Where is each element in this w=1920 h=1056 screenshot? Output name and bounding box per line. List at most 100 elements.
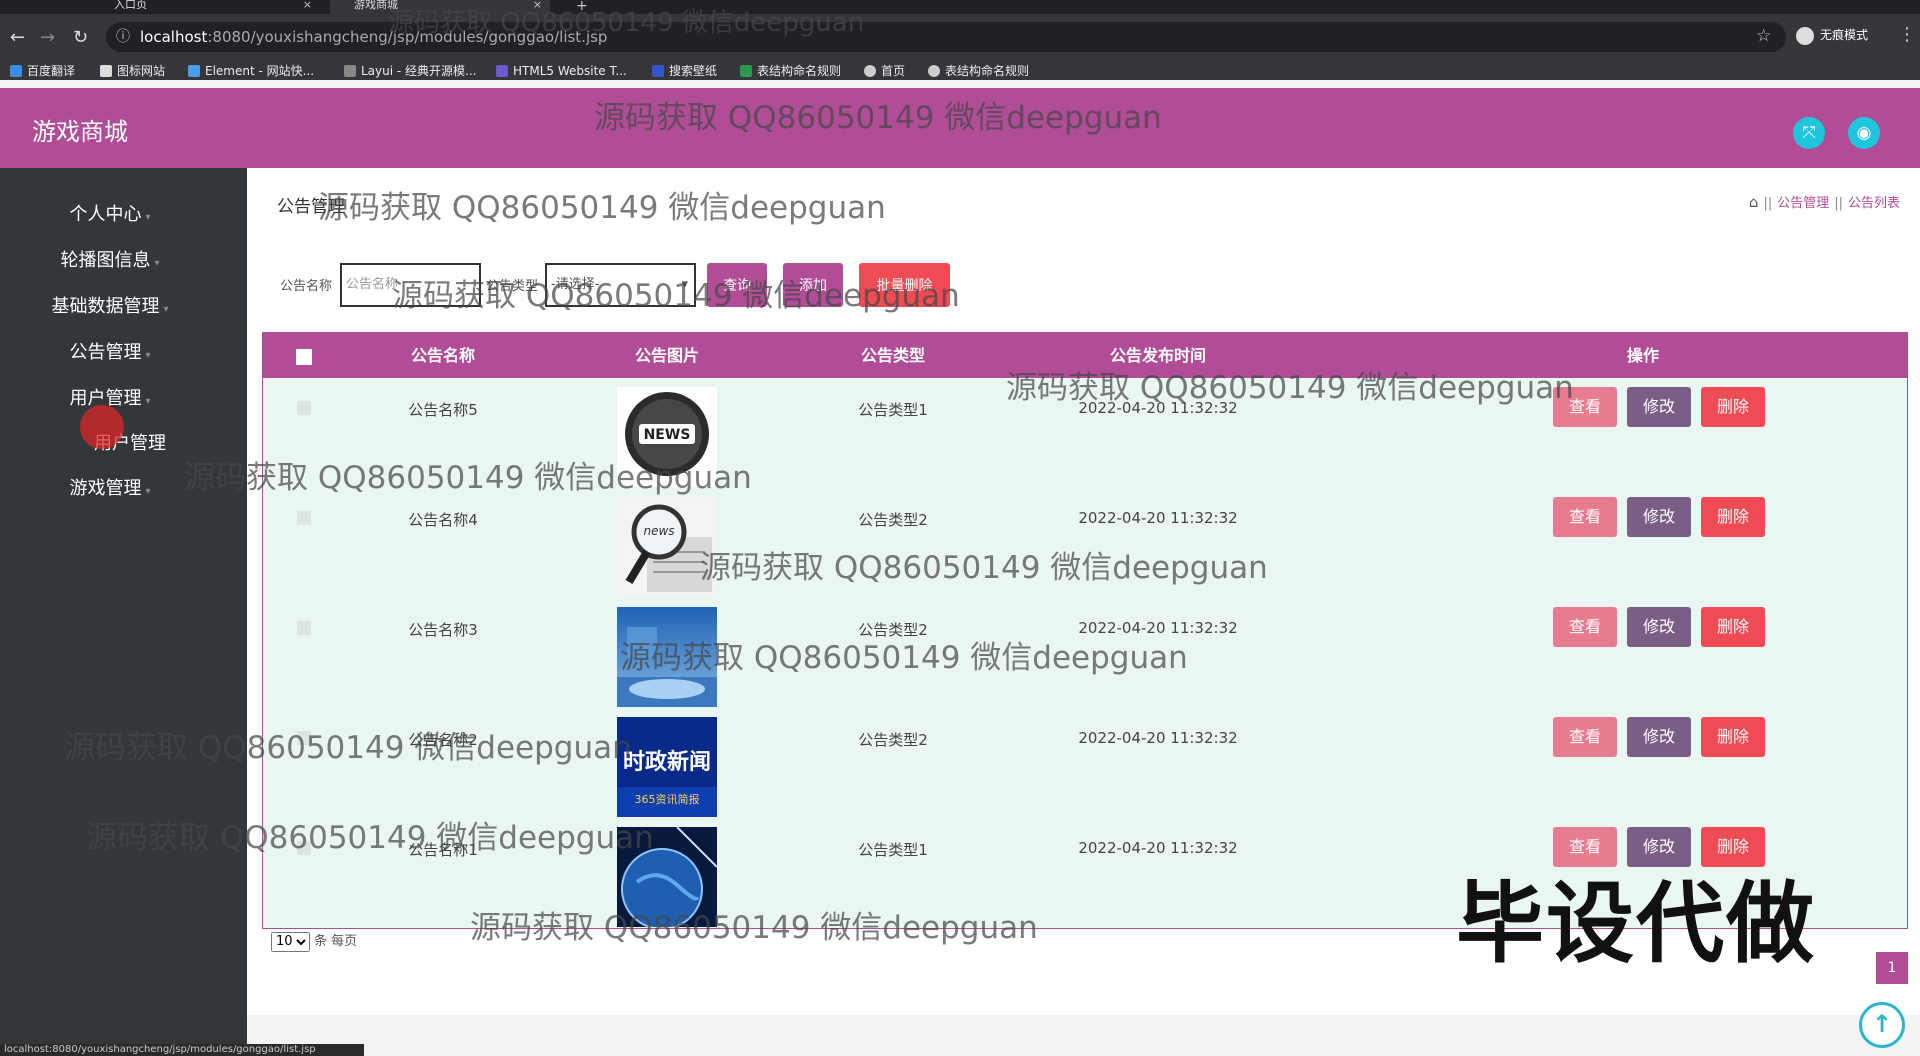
edit-button[interactable]: 修改 — [1627, 387, 1691, 427]
cell-name: 公告名称2 — [408, 731, 478, 749]
cell-type: 公告类型2 — [858, 511, 928, 529]
sidebar-item-label: 游戏管理 — [69, 478, 142, 499]
browser-menu-icon[interactable]: ⋮ — [1898, 24, 1916, 45]
close-icon[interactable]: × — [533, 0, 542, 10]
bookmark-item[interactable]: 百度翻译 — [10, 62, 75, 80]
cell-type: 公告类型2 — [858, 621, 928, 639]
cell-type: 公告类型2 — [858, 731, 928, 749]
bookmark-item[interactable]: 图标网站 — [100, 62, 165, 80]
delete-button[interactable]: 删除 — [1701, 607, 1765, 647]
table-header: 公告名称 公告图片 公告类型 公告发布时间 操作 — [263, 333, 1907, 378]
bookmark-item[interactable]: Layui - 经典开源模... — [344, 62, 476, 80]
flag-icon — [100, 65, 112, 77]
bookmark-item[interactable]: 表结构命名规则 — [928, 62, 1029, 80]
app-header: 游戏商城 ⤧ ◉ — [0, 88, 1920, 168]
table-row: 公告名称4 news 公告类型2 2022-04-20 11:32:32 查看 … — [263, 489, 1907, 599]
reload-icon[interactable]: ↻ — [73, 27, 88, 48]
col-header-type: 公告类型 — [860, 346, 925, 365]
announcement-name-input[interactable]: 公告名称 — [340, 263, 481, 307]
back-icon[interactable]: ← — [10, 27, 25, 48]
info-icon[interactable]: ⓘ — [116, 22, 130, 52]
incognito-label: 无痕模式 — [1820, 28, 1869, 42]
table-row: 公告名称5 NEWS 公告类型1 2022-04-20 11:32:32 查看 … — [263, 379, 1907, 489]
announcement-type-select[interactable]: -请选择- ▾ — [545, 263, 696, 307]
bookmark-item[interactable]: Element - 网站快... — [188, 62, 314, 80]
globe-icon — [864, 65, 876, 77]
delete-button[interactable]: 删除 — [1701, 387, 1765, 427]
bookmark-star-icon[interactable]: ☆ — [1756, 26, 1771, 46]
row-checkbox[interactable] — [297, 621, 311, 635]
bookmark-item[interactable]: 首页 — [864, 62, 905, 80]
news-globe-image: NEWS — [617, 387, 717, 487]
browser-tab-bar: 入口页 × 游戏商城 × + — [0, 0, 1920, 14]
row-checkbox[interactable] — [297, 841, 311, 855]
sidebar-item-label: 基础数据管理 — [51, 296, 160, 317]
scroll-to-top-icon[interactable]: ↑ — [1859, 1002, 1905, 1048]
batch-delete-button[interactable]: 批量删除 — [859, 263, 950, 307]
chevron-down-icon: ▾ — [681, 277, 688, 292]
view-button[interactable]: 查看 — [1553, 497, 1617, 537]
row-checkbox[interactable] — [297, 401, 311, 415]
page-number-button[interactable]: 1 — [1876, 952, 1908, 984]
sidebar-item-carousel[interactable]: 轮播图信息 ▾ — [0, 246, 220, 272]
cell-time: 2022-04-20 11:32:32 — [1078, 619, 1238, 637]
sidebar-item-label: 轮播图信息 — [60, 250, 151, 271]
tab-title: 入口页 — [114, 0, 147, 11]
forward-icon[interactable]: → — [40, 27, 55, 48]
query-button[interactable]: 查询 — [707, 263, 767, 307]
cell-name: 公告名称5 — [408, 401, 478, 419]
chevron-down-icon: ▾ — [145, 396, 151, 407]
address-bar-area: ← → ↻ ⓘ localhost:8080/youxishangcheng/j… — [0, 14, 1920, 62]
view-button[interactable]: 查看 — [1553, 717, 1617, 757]
view-button[interactable]: 查看 — [1553, 387, 1617, 427]
close-icon[interactable]: × — [303, 0, 312, 10]
breadcrumb: ⌂ || 公告管理 || 公告列表 — [1748, 193, 1900, 211]
browser-tab[interactable]: 入口页 × — [90, 0, 320, 14]
bookmark-item[interactable]: 表结构命名规则 — [740, 62, 841, 80]
announcement-image: news — [617, 497, 717, 597]
user-icon[interactable]: ◉ — [1848, 117, 1880, 149]
col-header-actions: 操作 — [1626, 346, 1659, 365]
sidebar-item-games[interactable]: 游戏管理 ▾ — [0, 474, 220, 500]
sidebar-item-base-data[interactable]: 基础数据管理 ▾ — [0, 292, 220, 318]
url-input[interactable]: ⓘ localhost:8080/youxishangcheng/jsp/mod… — [106, 22, 1786, 52]
fullscreen-icon[interactable]: ⤧ — [1793, 117, 1825, 149]
chevron-down-icon: ▾ — [145, 486, 151, 497]
row-checkbox[interactable] — [297, 731, 311, 745]
sidebar-item-label: 个人中心 — [69, 204, 142, 225]
table-row: 公告名称3 公告类型2 2022-04-20 11:32:32 查看 修改 删除 — [263, 599, 1907, 709]
cell-time: 2022-04-20 11:32:32 — [1078, 509, 1238, 527]
delete-button[interactable]: 删除 — [1701, 497, 1765, 537]
bookmark-item[interactable]: 搜索壁纸 — [652, 62, 717, 80]
url-path: :8080/youxishangcheng/jsp/modules/gongga… — [207, 28, 608, 46]
sidebar-item-personal-center[interactable]: 个人中心 ▾ — [0, 200, 220, 226]
breadcrumb-item[interactable]: 公告管理 — [1777, 196, 1829, 211]
add-button[interactable]: 添加 — [783, 263, 843, 307]
political-news-image: 时政新闻 365资讯简报 — [617, 717, 717, 817]
new-tab-icon[interactable]: + — [576, 0, 588, 14]
browser-tab-active[interactable]: 游戏商城 × — [330, 0, 550, 14]
sidebar-item-announcement[interactable]: 公告管理 ▾ — [0, 338, 220, 364]
select-all-checkbox[interactable] — [296, 349, 312, 365]
news-magnifier-image: news — [617, 497, 717, 597]
page-size-control: 10 条 每页 — [271, 930, 357, 952]
chevron-down-icon: ▾ — [154, 258, 160, 269]
view-button[interactable]: 查看 — [1553, 607, 1617, 647]
bookmark-item[interactable]: HTML5 Website T... — [496, 62, 627, 80]
row-checkbox[interactable] — [297, 511, 311, 525]
sidebar: 个人中心 ▾ 轮播图信息 ▾ 基础数据管理 ▾ 公告管理 ▾ 用户管理 ▾ 用户管理 游戏… — [0, 168, 247, 1056]
cell-time: 2022-04-20 11:32:32 — [1078, 399, 1238, 417]
home-icon[interactable]: ⌂ — [1749, 193, 1759, 211]
breadcrumb-item[interactable]: 公告列表 — [1848, 196, 1900, 211]
edit-button[interactable]: 修改 — [1627, 607, 1691, 647]
html5-icon — [496, 65, 508, 77]
announcement-table: 公告名称 公告图片 公告类型 公告发布时间 操作 公告名称5 NEWS 公告类型… — [262, 332, 1908, 929]
edit-button[interactable]: 修改 — [1627, 497, 1691, 537]
delete-button[interactable]: 删除 — [1701, 717, 1765, 757]
chevron-down-icon: ▾ — [145, 350, 151, 361]
sidebar-subitem-users[interactable]: 用户管理 — [20, 429, 240, 455]
incognito-indicator[interactable]: 无痕模式 — [1796, 26, 1868, 45]
cell-name: 公告名称4 — [408, 511, 478, 529]
page-size-select[interactable]: 10 — [271, 931, 310, 952]
edit-button[interactable]: 修改 — [1627, 717, 1691, 757]
